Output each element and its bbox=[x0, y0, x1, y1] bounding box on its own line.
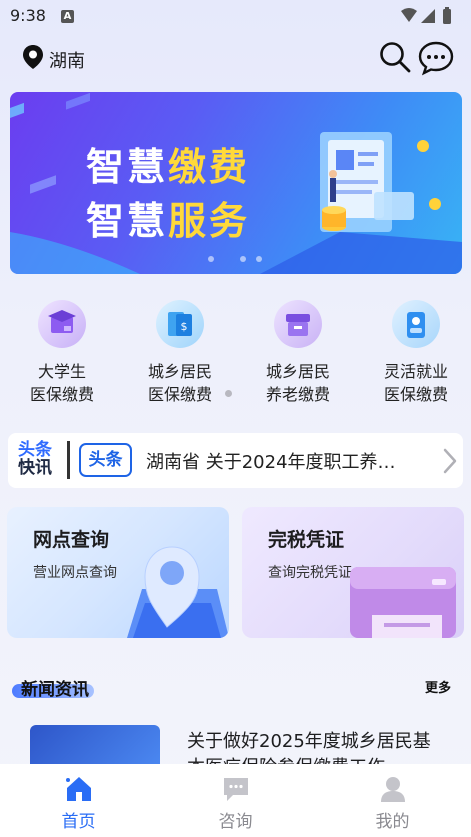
service-label-line1: 城乡居民 bbox=[265, 362, 330, 381]
card-tax-certificate[interactable]: 完税凭证 查询完税凭证 bbox=[242, 507, 464, 638]
banner-headline-2-highlight: 服务 bbox=[168, 199, 251, 243]
service-resident-pension[interactable]: 城乡居民 养老缴费 bbox=[243, 300, 353, 406]
tab-profile[interactable]: 我的 bbox=[314, 764, 471, 837]
battery-icon bbox=[443, 7, 451, 24]
ticker-logo-line2: 快讯 bbox=[18, 458, 52, 478]
news-section-header: 新闻资讯 更多 bbox=[0, 670, 471, 700]
banner-dot[interactable] bbox=[208, 256, 214, 262]
banner-headline-1: 智慧缴费 bbox=[86, 136, 250, 191]
ticker-divider bbox=[67, 441, 70, 479]
service-page-indicator bbox=[225, 390, 232, 397]
service-flexible-medical[interactable]: 灵活就业 医保缴费 bbox=[361, 300, 471, 406]
printer-icon bbox=[350, 567, 456, 638]
tab-label: 首页 bbox=[61, 812, 96, 832]
service-student-medical[interactable]: 大学生 医保缴费 bbox=[7, 300, 117, 406]
ticker-logo-line1: 头条 bbox=[18, 440, 52, 460]
news-thumbnail bbox=[30, 725, 160, 764]
tab-label: 我的 bbox=[375, 812, 410, 832]
chevron-right-icon[interactable] bbox=[441, 447, 459, 479]
service-label-line1: 灵活就业 bbox=[383, 362, 448, 381]
svg-text:$: $ bbox=[181, 320, 188, 333]
graduation-card-icon bbox=[38, 300, 86, 348]
card-branch-query[interactable]: 网点查询 营业网点查询 bbox=[7, 507, 229, 638]
payment-card-icon: $ bbox=[156, 300, 204, 348]
service-label-line2: 医保缴费 bbox=[147, 385, 212, 404]
banner-headline-2: 智慧服务 bbox=[86, 190, 250, 245]
banner-dot[interactable] bbox=[240, 256, 246, 262]
service-label-line1: 大学生 bbox=[37, 362, 86, 381]
pension-box-icon bbox=[274, 300, 322, 348]
location-pin-icon[interactable] bbox=[22, 44, 44, 74]
banner-dot[interactable] bbox=[256, 256, 262, 262]
ticker-badge: 头条 bbox=[79, 443, 132, 477]
tab-label: 咨询 bbox=[218, 812, 253, 832]
service-label-line2: 养老缴费 bbox=[265, 385, 330, 404]
message-icon[interactable] bbox=[418, 40, 454, 76]
location-label[interactable]: 湖南 bbox=[49, 47, 85, 73]
promo-banner[interactable]: 智慧缴费 智慧服务 bbox=[10, 92, 462, 274]
ticker-logo: 头条 快讯 bbox=[18, 441, 58, 477]
search-icon[interactable] bbox=[378, 40, 412, 74]
id-badge-icon bbox=[392, 300, 440, 348]
news-list-item[interactable]: 关于做好2025年度城乡居民基本医疗保险参保缴费工作 bbox=[0, 720, 471, 764]
status-time: 9:38 bbox=[10, 6, 46, 25]
user-icon bbox=[378, 774, 408, 804]
news-section-title: 新闻资讯 bbox=[21, 680, 89, 700]
service-label-line2: 医保缴费 bbox=[383, 385, 448, 404]
tab-home[interactable]: 首页 bbox=[0, 764, 157, 837]
banner-headline-2-plain: 智慧 bbox=[86, 199, 169, 243]
bottom-tab-bar: 首页 咨询 我的 bbox=[0, 764, 471, 837]
map-pin-icon bbox=[127, 546, 229, 638]
news-more-link[interactable]: 更多 bbox=[425, 677, 451, 696]
news-ticker[interactable]: 头条 快讯 头条 湖南省 关于2024年度职工养… bbox=[8, 433, 463, 488]
tab-consult[interactable]: 咨询 bbox=[157, 764, 314, 837]
service-resident-medical[interactable]: $ 城乡居民医保缴费 bbox=[125, 300, 235, 406]
banner-headline-1-highlight: 缴费 bbox=[168, 145, 251, 189]
home-icon bbox=[64, 774, 94, 804]
status-icons bbox=[399, 6, 459, 30]
banner-headline-1-plain: 智慧 bbox=[86, 145, 169, 189]
top-header: 湖南 bbox=[0, 38, 471, 78]
service-label-line2: 医保缴费 bbox=[29, 385, 94, 404]
signal-icon bbox=[421, 9, 435, 23]
news-item-title[interactable]: 关于做好2025年度城乡居民基本医疗保险参保缴费工作 bbox=[187, 729, 447, 764]
wifi-icon bbox=[401, 8, 417, 22]
notification-badge-icon: A bbox=[61, 10, 74, 23]
service-label-line1: 城乡居民 bbox=[147, 362, 212, 381]
chat-icon bbox=[221, 774, 251, 804]
ticker-headline-text[interactable]: 湖南省 关于2024年度职工养… bbox=[146, 448, 436, 474]
status-bar: 9:38 A bbox=[0, 0, 471, 32]
service-grid: 大学生医保缴费 $ 城乡居民医保缴费 城乡居民养老缴费 灵活就业医保缴费 bbox=[0, 300, 471, 410]
